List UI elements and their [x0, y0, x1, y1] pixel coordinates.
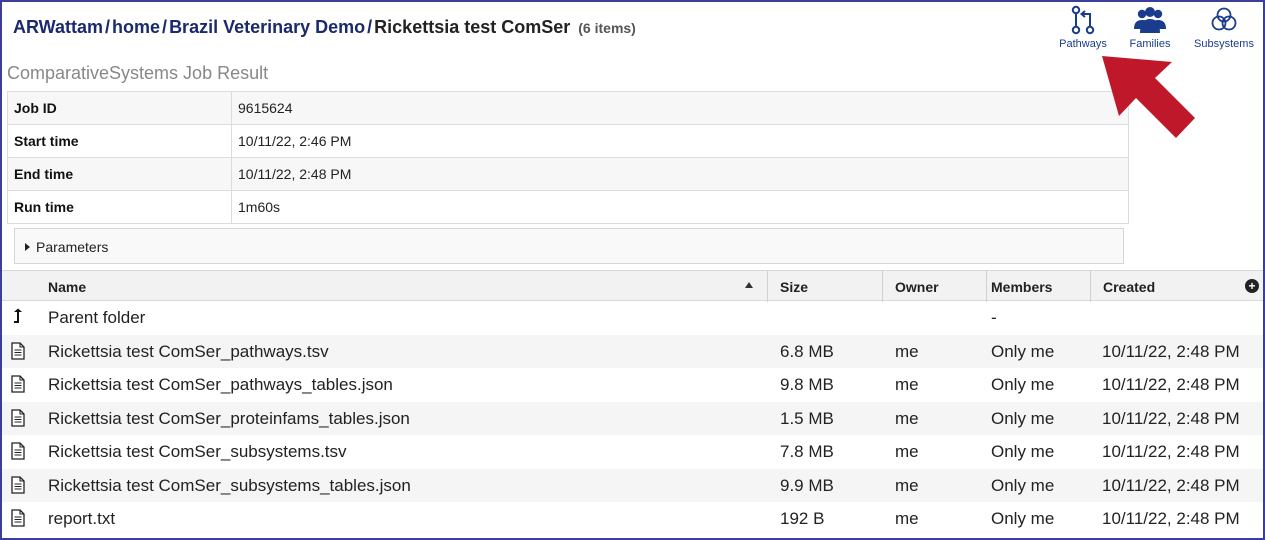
table-row[interactable]: report.txt 192 B me Only me 10/11/22, 2:…: [2, 502, 1263, 536]
job-info-key: Job ID: [7, 91, 232, 125]
file-icon: [11, 408, 25, 427]
job-info-key: End time: [7, 157, 232, 191]
column-header-created[interactable]: Created: [1091, 271, 1231, 302]
file-icon: [11, 442, 25, 460]
pathways-button[interactable]: Pathways: [1048, 5, 1118, 50]
column-header-owner[interactable]: Owner: [883, 271, 987, 302]
breadcrumb-item-home[interactable]: home: [112, 17, 160, 37]
parameters-label: Parameters: [36, 239, 109, 255]
column-header-size[interactable]: Size: [768, 271, 883, 302]
annotation-arrow-icon: [1102, 56, 1195, 138]
table-row[interactable]: Rickettsia test ComSer_pathways.tsv 6.8 …: [2, 334, 1263, 368]
breadcrumb-item-user[interactable]: ARWattam: [13, 17, 103, 37]
subsystems-icon: [1211, 7, 1237, 31]
job-info-value: 10/11/22, 2:48 PM: [231, 157, 1129, 191]
pathways-label: Pathways: [1059, 38, 1107, 50]
column-header-members[interactable]: Members: [987, 271, 1091, 302]
parent-folder-row[interactable]: Parent folder -: [2, 301, 1263, 335]
table-row[interactable]: Rickettsia test ComSer_pathways_tables.j…: [2, 368, 1263, 402]
job-info-row: Run time 1m60s: [7, 190, 1129, 224]
families-label: Families: [1129, 38, 1171, 50]
sort-ascending-icon[interactable]: [745, 282, 753, 288]
job-info-row: End time 10/11/22, 2:48 PM: [7, 157, 1129, 191]
add-column-icon[interactable]: +: [1245, 279, 1259, 293]
subsystems-label: Subsystems: [1194, 38, 1254, 50]
caret-right-icon: [25, 243, 30, 251]
job-info-key: Run time: [7, 190, 232, 224]
table-row[interactable]: Rickettsia test ComSer_proteinfams_table…: [2, 401, 1263, 435]
job-info-value: 1m60s: [231, 190, 1129, 224]
breadcrumb-item-folder[interactable]: Brazil Veterinary Demo: [169, 17, 365, 37]
table-row[interactable]: Rickettsia test ComSer_subsystems_tables…: [2, 468, 1263, 502]
breadcrumb-current: Rickettsia test ComSer: [374, 17, 571, 37]
pathways-icon: [1071, 5, 1095, 35]
job-info-key: Start time: [7, 124, 232, 158]
file-grid-header: Name Size Owner Members Created +: [2, 270, 1263, 302]
job-info-table: Job ID 9615624 Start time 10/11/22, 2:46…: [7, 91, 1129, 224]
parent-folder-icon: [14, 308, 22, 323]
job-info-row: Start time 10/11/22, 2:46 PM: [7, 124, 1129, 158]
families-icon: [1134, 7, 1166, 33]
item-count: (6 items): [578, 20, 636, 36]
breadcrumb: ARWattam / home / Brazil Veterinary Demo / Ric…: [13, 17, 636, 37]
parameters-toggle[interactable]: Parameters: [14, 228, 1124, 264]
table-row[interactable]: Rickettsia test ComSer_subsystems.tsv 7.…: [2, 435, 1263, 469]
file-icon: [11, 375, 25, 393]
file-icon: [11, 341, 25, 360]
subsystems-button[interactable]: Subsystems: [1189, 5, 1259, 50]
job-info-row: Job ID 9615624: [7, 91, 1129, 125]
file-icon: [11, 475, 25, 494]
file-list: Parent folder - Rickettsia test ComSer_p…: [2, 301, 1263, 536]
job-result-title: ComparativeSystems Job Result: [7, 63, 269, 83]
job-info-value: 9615624: [231, 91, 1129, 125]
column-header-name[interactable]: Name: [36, 271, 768, 302]
job-info-value: 10/11/22, 2:46 PM: [231, 124, 1129, 158]
families-button[interactable]: Families: [1115, 5, 1185, 50]
app-frame: ARWattam / home / Brazil Veterinary Demo / Ric…: [0, 0, 1265, 540]
file-icon: [11, 509, 25, 527]
